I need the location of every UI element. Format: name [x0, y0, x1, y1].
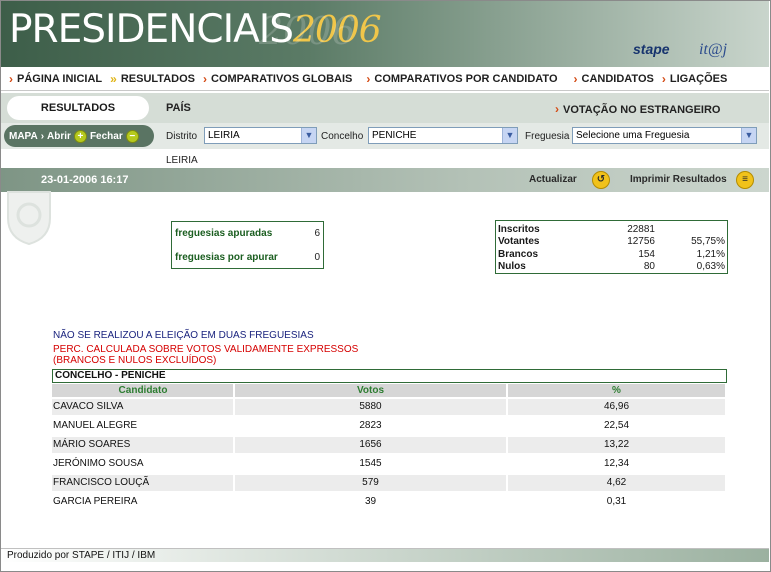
cell-votos: 579: [235, 474, 506, 491]
refresh-link[interactable]: Actualizar: [529, 174, 577, 185]
cell-votos: 39: [364, 495, 377, 507]
chevron-down-icon[interactable]: ▼: [502, 128, 517, 143]
note-election: NÃO SE REALIZOU A ELEIÇÃO EM DUAS FREGUE…: [53, 330, 314, 341]
print-link[interactable]: Imprimir Resultados: [630, 174, 727, 185]
chevron-right-icon: ›: [366, 71, 371, 86]
cell-percent: 22,54: [603, 419, 630, 431]
voting-stats: Inscritos 22881 Votantes 12756 55,75% Branc…: [495, 220, 728, 274]
stat-nulos: Nulos 80 0,63%: [498, 261, 725, 272]
distrito-label: Distrito: [166, 131, 198, 142]
chevron-right-icon: ›: [203, 71, 207, 86]
minus-icon[interactable]: −: [125, 129, 139, 143]
update-timestamp: 23-01-2006 16:17: [41, 174, 129, 186]
distrito-select[interactable]: LEIRIA ▼: [204, 127, 317, 144]
results-title: CONCELHO - PENICHE: [52, 369, 727, 383]
freguesias-apuradas-row: freguesias apuradas 6: [175, 228, 320, 239]
tab-pais[interactable]: PAÍS: [166, 102, 191, 114]
concelho-select[interactable]: PENICHE ▼: [368, 127, 518, 144]
banner-watermark: 2006: [259, 9, 356, 53]
footer: Produzido por STAPE / ITIJ / IBM: [1, 548, 769, 562]
note-percentage: PERC. CALCULADA SOBRE VOTOS VALIDAMENTE …: [53, 344, 359, 355]
nav-resultados[interactable]: » RESULTADOS: [110, 72, 195, 86]
main-nav: › PÁGINA INICIAL » RESULTADOS › COMPARATIVO…: [1, 67, 769, 91]
cell-percent: 13,22: [508, 436, 725, 453]
status-bar: 23-01-2006 16:17 Actualizar ↺ Imprimir R…: [1, 168, 769, 192]
breadcrumb: LEIRIA: [166, 155, 198, 166]
table-row: GARCIA PEREIRA 39 0,31: [52, 492, 727, 511]
breadcrumb-row: LEIRIA: [1, 149, 769, 168]
sub-nav: RESULTADOS PAÍS › VOTAÇÃO NO ESTRANGEIRO: [1, 93, 769, 123]
nav-ligacoes[interactable]: › LIGAÇÕES: [662, 72, 727, 86]
note-excluded: (BRANCOS E NULOS EXCLUÍDOS): [53, 355, 217, 366]
cell-percent: 0,31: [606, 495, 627, 507]
stat-brancos: Brancos 154 1,21%: [498, 249, 725, 260]
concelho-label: Concelho: [321, 131, 364, 142]
map-close-label[interactable]: Fechar: [90, 131, 123, 142]
cell-votos: 1656: [235, 436, 506, 453]
map-controls: MAPA › Abrir + Fechar −: [4, 125, 154, 147]
cell-candidato: CAVACO SILVA: [52, 398, 233, 415]
header-banner: PRESIDENCIAIS2006 2006 stape it@j: [1, 1, 769, 67]
table-header: Candidato Votos %: [52, 384, 727, 397]
cell-percent: 4,62: [508, 474, 725, 491]
header-votos: Votos: [235, 384, 506, 397]
stat-votantes: Votantes 12756 55,75%: [498, 236, 725, 247]
freguesias-summary: freguesias apuradas 6 freguesias por apur…: [171, 221, 324, 269]
chevron-right-icon: ›: [555, 102, 559, 116]
nav-candidatos[interactable]: › CANDIDATOS: [574, 72, 654, 86]
freguesia-label: Freguesia: [525, 131, 570, 142]
cell-candidato: MÁRIO SOARES: [52, 436, 233, 453]
table-row: FRANCISCO LOUÇÃ 579 4,62: [52, 473, 727, 492]
chevron-right-icon: ›: [9, 71, 13, 86]
tab-resultados[interactable]: RESULTADOS: [7, 96, 149, 120]
cell-candidato: FRANCISCO LOUÇÃ: [52, 474, 233, 491]
refresh-icon[interactable]: ↺: [592, 171, 610, 189]
nav-comparativos-globais[interactable]: › COMPARATIVOS GLOBAIS: [203, 72, 352, 86]
header-candidato: Candidato: [52, 384, 233, 397]
tab-votacao-estrangeiro[interactable]: › VOTAÇÃO NO ESTRANGEIRO: [555, 102, 720, 116]
map-label: MAPA: [9, 130, 38, 142]
stat-inscritos: Inscritos 22881: [498, 224, 655, 235]
cell-votos: 1545: [359, 457, 382, 469]
results-table: Candidato Votos % CAVACO SILVA 5880 46,9…: [52, 384, 727, 511]
cell-candidato: JERÓNIMO SOUSA: [53, 457, 144, 469]
cell-candidato: GARCIA PEREIRA: [53, 495, 138, 507]
table-row: CAVACO SILVA 5880 46,96: [52, 397, 727, 416]
header-percent: %: [508, 384, 725, 397]
freguesia-select[interactable]: Selecione uma Freguesia ▼: [572, 127, 757, 144]
chevron-right-icon: ›: [661, 71, 666, 86]
footer-credits: Produzido por STAPE / ITIJ / IBM: [7, 550, 156, 561]
cell-votos: 5880: [235, 398, 506, 415]
notes: NÃO SE REALIZOU A ELEIÇÃO EM DUAS FREGUE…: [53, 330, 358, 366]
cell-percent: 46,96: [508, 398, 725, 415]
cell-candidato: MANUEL ALEGRE: [53, 419, 138, 431]
table-row: JERÓNIMO SOUSA 1545 12,34: [52, 454, 727, 473]
table-row: MÁRIO SOARES 1656 13,22: [52, 435, 727, 454]
chevron-right-icon: ›: [573, 71, 578, 86]
freguesias-por-apurar-row: freguesias por apurar 0: [175, 252, 320, 263]
map-open-label[interactable]: Abrir: [47, 131, 71, 142]
table-row: MANUEL ALEGRE 2823 22,54: [52, 416, 727, 435]
print-icon[interactable]: ≡: [736, 171, 754, 189]
cell-percent: 12,34: [603, 457, 630, 469]
stape-logo: stape: [633, 41, 670, 57]
cell-votos: 2823: [359, 419, 382, 431]
chevron-down-icon[interactable]: ▼: [301, 128, 316, 143]
chevron-right-icon: »: [110, 71, 117, 86]
coat-of-arms-watermark: [7, 191, 51, 246]
nav-pagina-inicial[interactable]: › PÁGINA INICIAL: [9, 72, 102, 86]
chevron-right-icon: ›: [40, 130, 45, 142]
chevron-down-icon[interactable]: ▼: [741, 128, 756, 143]
nav-comparativos-candidato[interactable]: › COMPARATIVOS POR CANDIDATO: [366, 72, 557, 86]
itij-logo: it@j: [699, 41, 728, 58]
plus-icon[interactable]: +: [73, 129, 87, 143]
filter-bar: MAPA › Abrir + Fechar − Distrito LEIRIA ▼…: [1, 123, 769, 149]
